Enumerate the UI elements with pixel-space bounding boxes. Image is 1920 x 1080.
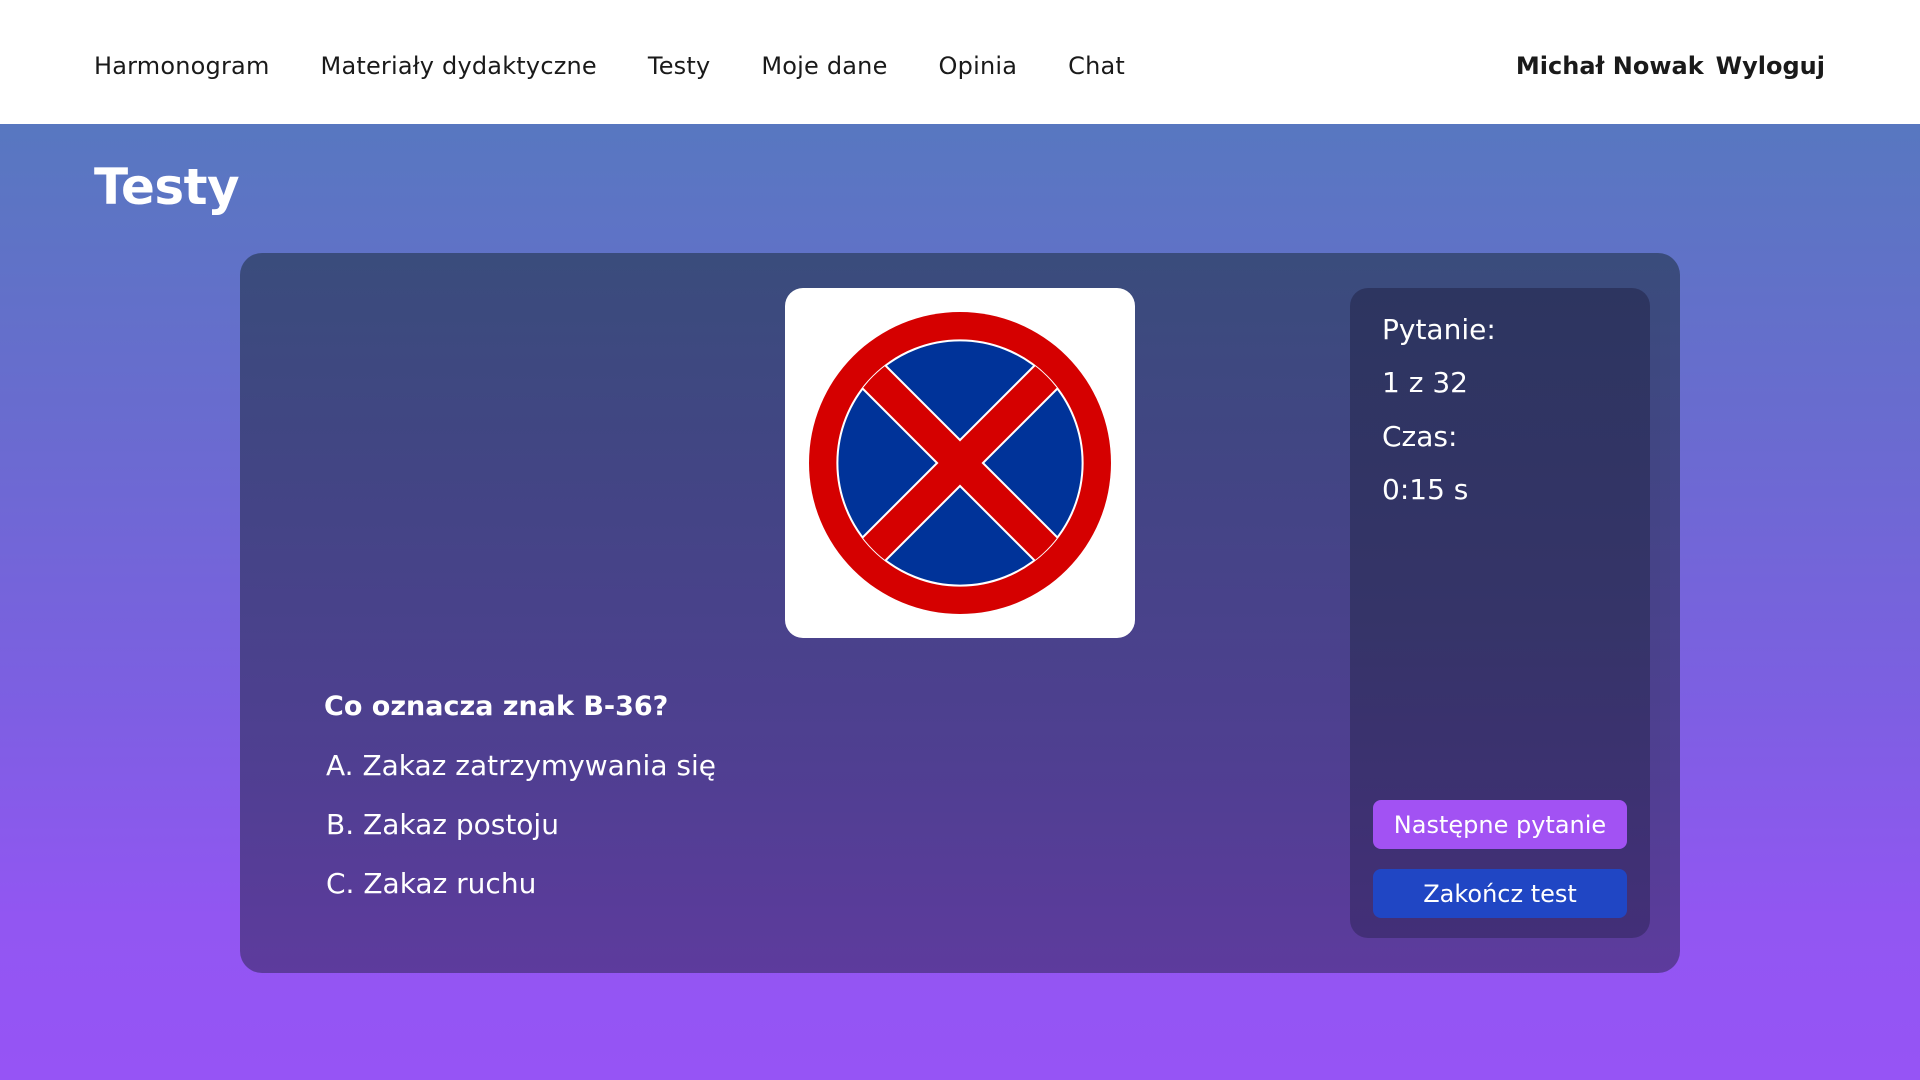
nav-item-moje-dane[interactable]: Moje dane [761, 52, 887, 80]
main-nav: Harmonogram Materiały dydaktyczne Testy … [94, 52, 1176, 80]
nav-item-harmonogram[interactable]: Harmonogram [94, 52, 270, 80]
answer-option-c[interactable]: C. Zakaz ruchu [326, 867, 536, 900]
answer-option-a[interactable]: A. Zakaz zatrzymywania się [326, 749, 716, 782]
quiz-status-panel: Pytanie: 1 z 32 Czas: 0:15 s Następne py… [1350, 288, 1650, 938]
question-counter-value: 1 z 32 [1382, 366, 1468, 399]
sign-image [785, 288, 1135, 638]
question-text: Co oznacza znak B-36? [324, 691, 669, 722]
question-counter-label: Pytanie: [1382, 313, 1496, 346]
user-area: Michał Nowak Wyloguj [1516, 52, 1825, 80]
page-title: Testy [94, 158, 240, 216]
logout-link[interactable]: Wyloguj [1716, 52, 1825, 80]
timer-label: Czas: [1382, 420, 1458, 453]
answer-option-b[interactable]: B. Zakaz postoju [326, 808, 559, 841]
user-name: Michał Nowak [1515, 52, 1704, 80]
timer-value: 0:15 s [1382, 473, 1469, 506]
no-stopping-sign-icon [809, 312, 1111, 614]
nav-item-opinia[interactable]: Opinia [939, 52, 1018, 80]
next-question-button[interactable]: Następne pytanie [1373, 800, 1627, 849]
nav-item-testy[interactable]: Testy [648, 52, 710, 80]
nav-item-materialy[interactable]: Materiały dydaktyczne [321, 52, 597, 80]
nav-item-chat[interactable]: Chat [1068, 52, 1125, 80]
quiz-card: Co oznacza znak B-36? A. Zakaz zatrzymyw… [240, 253, 1680, 973]
top-navigation-bar: Harmonogram Materiały dydaktyczne Testy … [0, 0, 1920, 124]
end-test-button[interactable]: Zakończ test [1373, 869, 1627, 918]
